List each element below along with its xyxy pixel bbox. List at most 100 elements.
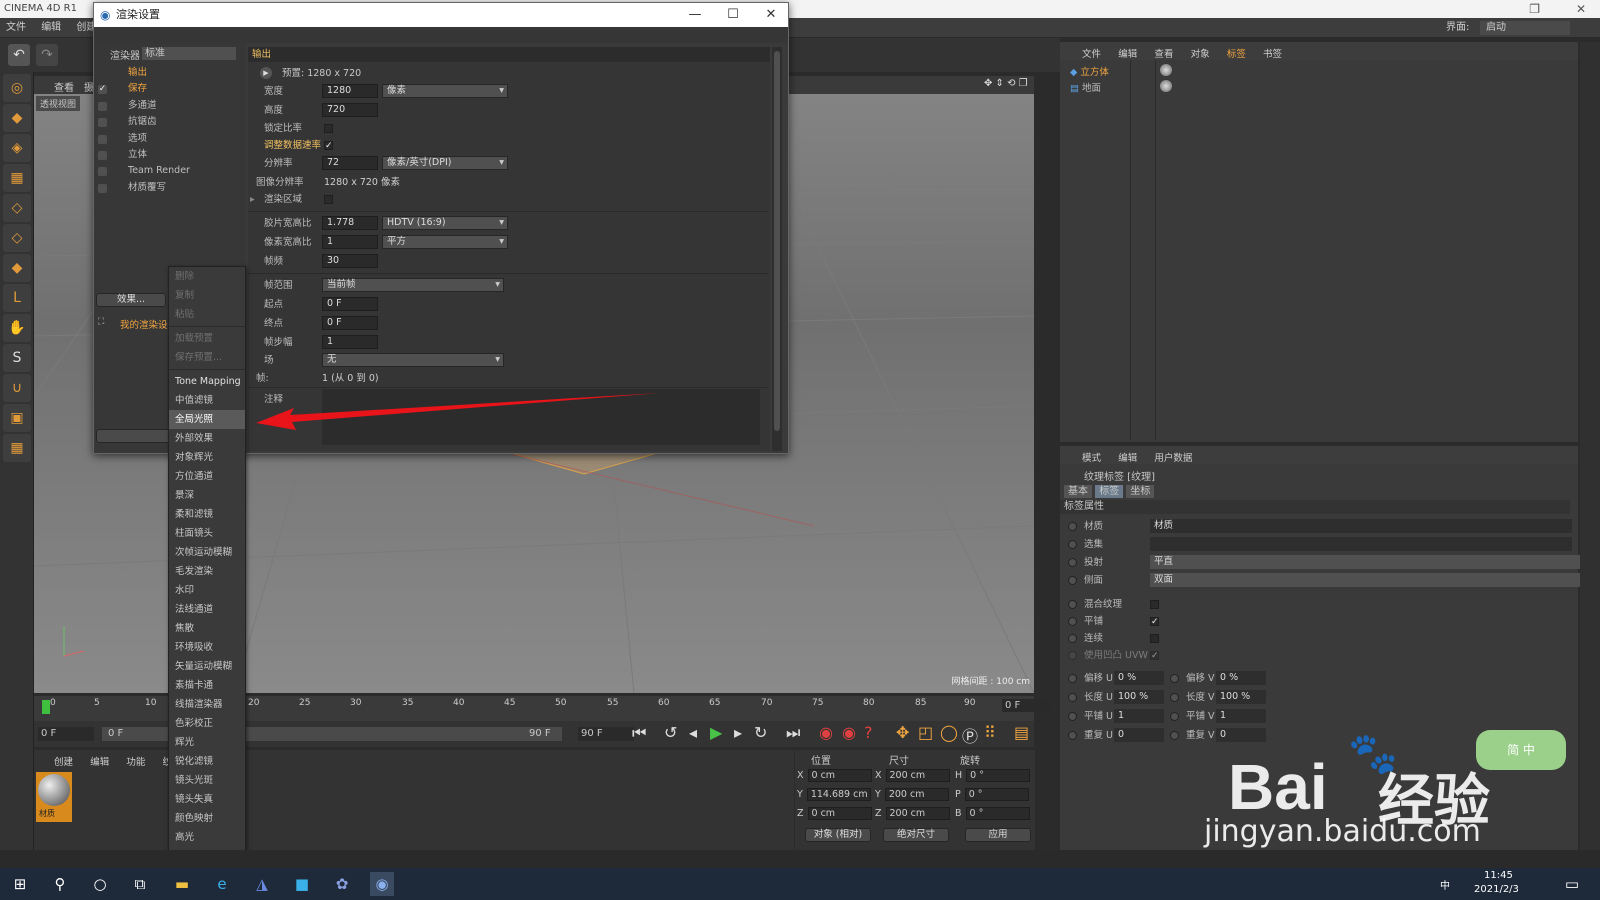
side-select[interactable]: 侧面 双面 (1064, 572, 1580, 589)
settings-scrollbar[interactable] (772, 47, 782, 451)
obj-menu-file[interactable]: 文件 (1082, 46, 1101, 60)
nav-checkbox[interactable] (98, 101, 107, 111)
tiles-v-field[interactable]: 平铺 V1 (1166, 708, 1276, 725)
move-key-icon[interactable]: ✥ (896, 723, 909, 742)
viewport-nav-icons[interactable]: ✥ ⇕ ⟲ ❐ (984, 78, 1028, 89)
scale-key-icon[interactable]: ◰ (918, 723, 933, 742)
render-nav-item[interactable]: 输出 (94, 65, 246, 81)
points-icon[interactable]: ◇ (3, 194, 31, 222)
step-field[interactable]: 1 (322, 335, 378, 349)
magnet-icon[interactable]: ∪ (3, 374, 31, 402)
nav-checkbox[interactable] (98, 118, 107, 128)
model-mode-icon[interactable]: ◎ (3, 74, 31, 102)
film-aspect-select[interactable]: HDTV (16:9) (382, 216, 508, 230)
render-nav-item[interactable]: 多通道 (94, 98, 246, 114)
context-menu-item[interactable]: 焦散 (169, 619, 245, 638)
width-unit-select[interactable]: 像素 (382, 84, 508, 98)
prev-frame-icon[interactable]: ◂ (689, 723, 697, 742)
render-nav-item[interactable]: 选项 (94, 131, 246, 147)
coord-pos-y[interactable]: Y 114.689 cm (797, 787, 871, 802)
mat-menu-create[interactable]: 创建 (54, 754, 73, 768)
notification-icon[interactable]: ▭ (1560, 872, 1584, 896)
context-menu-item[interactable]: 环境吸收 (169, 638, 245, 657)
current-frame-field[interactable]: 0 F (1002, 699, 1050, 712)
mat-menu-edit[interactable]: 编辑 (90, 754, 109, 768)
lock-icon[interactable]: ▣ (3, 404, 31, 432)
next-frame-icon[interactable]: ▸ (734, 723, 742, 742)
texture-mode-icon[interactable]: ◈ (3, 134, 31, 162)
context-menu-item[interactable]: 方位通道 (169, 467, 245, 486)
adapt-rate-checkbox[interactable]: ✓ (324, 141, 333, 151)
render-nav-item[interactable]: 材质覆写 (94, 180, 246, 196)
attr-menu-mode[interactable]: 模式 (1082, 450, 1101, 464)
material-field[interactable]: 材质 材质 (1064, 518, 1574, 535)
length-u-field[interactable]: 长度 U 100 % (1064, 689, 1574, 706)
keyframe-sel-icon[interactable]: ? (864, 723, 873, 742)
minimize-icon[interactable]: — (676, 3, 714, 27)
length-v-field[interactable]: 长度 V 100 % (1166, 689, 1276, 706)
next-key-icon[interactable]: ↻ (754, 723, 767, 742)
nav-checkbox[interactable]: ✓ (98, 85, 107, 95)
app-icon[interactable]: ◮ (250, 872, 274, 896)
coord-pos-z[interactable]: Z0 cm (797, 806, 872, 821)
timeline-playhead[interactable] (42, 700, 50, 714)
apply-button[interactable]: 应用 (965, 828, 1031, 842)
my-render-setting[interactable]: 我的渲染设 (120, 317, 168, 331)
size-mode-select[interactable]: 绝对尺寸 (883, 828, 949, 842)
resolution-field[interactable]: 72 (322, 156, 378, 170)
offset-u-field[interactable]: 偏移 U0 % (1064, 670, 1574, 687)
context-menu-item[interactable]: 线描渲染器 (169, 695, 245, 714)
frame-range-select[interactable]: 当前帧 (322, 278, 504, 292)
nav-checkbox[interactable] (98, 167, 107, 177)
render-region-checkbox[interactable] (324, 195, 333, 204)
bump-uvw-checkbox[interactable]: 使用凹凸 UVW ✓ (1064, 647, 1574, 664)
ime-indicator[interactable]: 中 (1440, 877, 1450, 892)
context-menu-item[interactable]: 景深 (169, 486, 245, 505)
mat-menu-function[interactable]: 功能 (126, 754, 145, 768)
app-icon[interactable]: ✿ (330, 872, 354, 896)
record-icon[interactable]: ◉ (819, 723, 833, 742)
preset-row[interactable]: ▶ 预置: 1280 x 720 (248, 65, 768, 82)
texture-tag-icon[interactable] (1160, 64, 1172, 76)
tiles-u-field[interactable]: 平铺 U1 (1064, 708, 1574, 725)
render-nav-item[interactable]: 立体 (94, 147, 246, 163)
coord-rot-p[interactable]: P0 ° (955, 787, 1029, 802)
rotate-key-icon[interactable]: ◯ (940, 723, 958, 742)
close-icon[interactable]: ✕ (752, 3, 790, 27)
goto-start-icon[interactable]: ⏮ (632, 723, 646, 743)
mix-textures-checkbox[interactable]: 混合纹理 (1064, 596, 1574, 613)
param-key-icon[interactable]: Ⓟ (962, 723, 978, 747)
context-menu-item[interactable]: 柱面镜头 (169, 524, 245, 543)
start-field[interactable]: 0 F (322, 297, 378, 311)
context-menu-item[interactable]: 全局光照 (169, 410, 245, 429)
context-menu-item[interactable]: 颜色映射 (169, 809, 245, 828)
edges-icon[interactable]: ◇ (3, 224, 31, 252)
mouse-icon[interactable]: ✋ (3, 314, 31, 342)
start-frame-field[interactable]: 0 F (38, 727, 94, 741)
attr-menu-userdata[interactable]: 用户数据 (1154, 450, 1192, 464)
menu-file[interactable]: 文件 (0, 18, 32, 38)
obj-menu-bookmark[interactable]: 书签 (1263, 46, 1282, 60)
cinema4d-taskbar-icon[interactable]: ◉ (370, 872, 394, 896)
end-field[interactable]: 0 F (322, 316, 378, 330)
obj-menu-object[interactable]: 对象 (1191, 46, 1210, 60)
end-frame-field[interactable]: 90 F (578, 727, 634, 741)
autokey-icon[interactable]: ◉ (842, 723, 856, 742)
polygons-icon[interactable]: ◆ (3, 254, 31, 282)
lock-ratio-checkbox[interactable] (324, 124, 333, 133)
selection-field[interactable]: 选集 (1064, 536, 1574, 553)
context-menu-item[interactable]: 中值滤镜 (169, 391, 245, 410)
offset-v-field[interactable]: 偏移 V0 % (1166, 670, 1276, 687)
tab-basic[interactable]: 基本 (1064, 485, 1092, 498)
object-cube[interactable]: ◆ 立方体 (1070, 64, 1109, 78)
interface-select[interactable]: 启动 (1480, 21, 1570, 35)
context-menu-item[interactable]: 法线通道 (169, 600, 245, 619)
goto-end-icon[interactable]: ⏭ (786, 723, 800, 743)
menu-edit[interactable]: 编辑 (35, 18, 67, 38)
context-menu-item[interactable]: 色彩校正 (169, 714, 245, 733)
context-menu-item[interactable]: 柔和滤镜 (169, 505, 245, 524)
projection-select[interactable]: 投射 平直 (1064, 554, 1580, 571)
texture-tag-icon[interactable] (1160, 80, 1172, 92)
fps-field[interactable]: 30 (322, 254, 378, 268)
coord-mode-select[interactable]: 对象 (相对) (805, 828, 871, 842)
